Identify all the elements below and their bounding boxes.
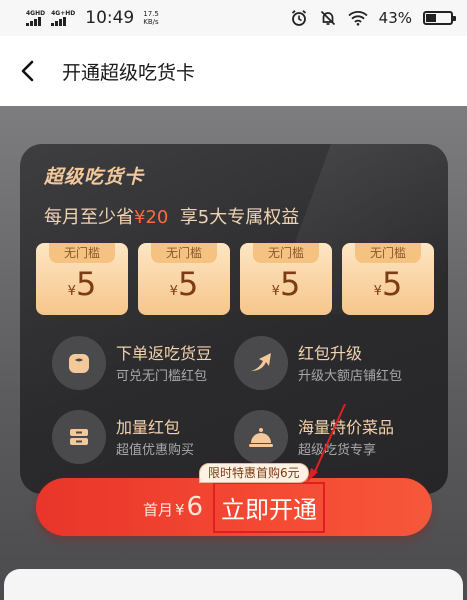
nav-header: 开通超级吃货卡 [0, 36, 467, 106]
coupon-tag: 无门槛 [253, 243, 319, 263]
membership-card: 超级吃货卡 每月至少省¥20 享5大专属权益 无门槛 ¥5 无门槛 ¥5 无门槛… [20, 144, 448, 494]
clock: 10:49 [85, 8, 135, 28]
cta-label: 立即开通 [213, 481, 326, 533]
coupon-card: 无门槛 ¥5 [138, 243, 230, 315]
subtitle-suffix: 享5大专属权益 [179, 207, 300, 228]
coupon-stack-icon [52, 410, 106, 464]
coupon-currency: ¥ [373, 284, 382, 299]
cta-price-value: 6 [186, 492, 204, 522]
coupon-card: 无门槛 ¥5 [36, 243, 128, 315]
status-right: 43% [290, 9, 456, 27]
cta-currency: ¥ [174, 501, 185, 519]
benefit-item-upgrade: 红包升级 升级大额店铺红包 [234, 336, 414, 396]
cta-price: 首月 ¥6 [143, 492, 203, 522]
subtitle-prefix: 每月至少省 [44, 207, 134, 228]
promo-badge: 限时特惠首购6元 [199, 463, 309, 483]
card-subtitle: 每月至少省¥20 享5大专属权益 [44, 203, 299, 229]
benefit-item-cashback: 下单返吃货豆 可兑无门槛红包 [52, 336, 232, 396]
benefit-desc: 超级吃货专享 [298, 443, 377, 458]
card-title: 超级吃货卡 [44, 166, 145, 188]
coupon-amount: 5 [279, 265, 301, 303]
cloche-icon [234, 410, 288, 464]
speed-unit: KB/s [143, 18, 159, 26]
benefit-title: 下单返吃货豆 [116, 344, 213, 363]
alarm-clock-icon [291, 10, 306, 26]
subtitle-amount: ¥20 [134, 207, 169, 228]
battery-fill [426, 14, 437, 22]
sim1-signal: 4GHD [26, 10, 45, 26]
wifi-icon [348, 11, 368, 26]
coupon-amount: 5 [75, 265, 97, 303]
coupon-row: 无门槛 ¥5 无门槛 ¥5 无门槛 ¥5 无门槛 ¥5 [36, 243, 434, 315]
benefit-title: 加量红包 [116, 418, 181, 437]
signal-bars-icon [51, 17, 67, 26]
coupon-tag: 无门槛 [355, 243, 421, 263]
coupon-currency: ¥ [169, 284, 178, 299]
mute-bell-icon [320, 10, 335, 26]
coupon-card: 无门槛 ¥5 [342, 243, 434, 315]
benefit-item-special-dishes: 海量特价菜品 超级吃货专享 [234, 410, 414, 470]
coupon-amount: 5 [381, 265, 403, 303]
sim2-label: 4G+HD [51, 10, 76, 17]
coupon-amount: 5 [177, 265, 199, 303]
benefit-title: 红包升级 [298, 344, 363, 363]
benefit-item-extra-coupon: 加量红包 超值优惠购买 [52, 410, 232, 470]
status-left: 4GHD 4G+HD 10:49 17.5 KB/s [26, 8, 159, 28]
upgrade-arrow-icon [234, 336, 288, 390]
coupon-value: ¥5 [36, 265, 128, 303]
battery-percent: 43% [378, 9, 412, 27]
coupon-tag: 无门槛 [151, 243, 217, 263]
coupon-value: ¥5 [138, 265, 230, 303]
subscribe-button[interactable]: 首月 ¥6 立即开通 [36, 478, 432, 536]
coupon-currency: ¥ [271, 284, 280, 299]
back-arrow-icon [21, 60, 34, 82]
benefit-title: 海量特价菜品 [298, 418, 395, 437]
benefit-desc: 可兑无门槛红包 [116, 369, 208, 384]
sim1-label: 4GHD [26, 10, 46, 17]
page-title: 开通超级吃货卡 [62, 61, 196, 84]
sim2-signal: 4G+HD [51, 10, 75, 26]
benefit-desc: 升级大额店铺红包 [298, 369, 403, 384]
coupon-value: ¥5 [342, 265, 434, 303]
speed-value: 17.5 [143, 10, 159, 18]
network-speed: 17.5 KB/s [143, 10, 159, 26]
bottom-sheet [4, 569, 463, 600]
coupon-card: 无门槛 ¥5 [240, 243, 332, 315]
coupon-value: ¥5 [240, 265, 332, 303]
status-bar: 4GHD 4G+HD 10:49 17.5 KB/s 43% [0, 0, 467, 36]
coupon-currency: ¥ [67, 284, 76, 299]
benefit-desc: 超值优惠购买 [116, 443, 195, 458]
battery-icon [423, 11, 456, 25]
back-button[interactable] [20, 60, 40, 82]
cta-prefix-label: 首月 [142, 501, 173, 519]
signal-bars-icon [26, 17, 41, 26]
bean-icon [52, 336, 106, 390]
coupon-tag: 无门槛 [49, 243, 115, 263]
